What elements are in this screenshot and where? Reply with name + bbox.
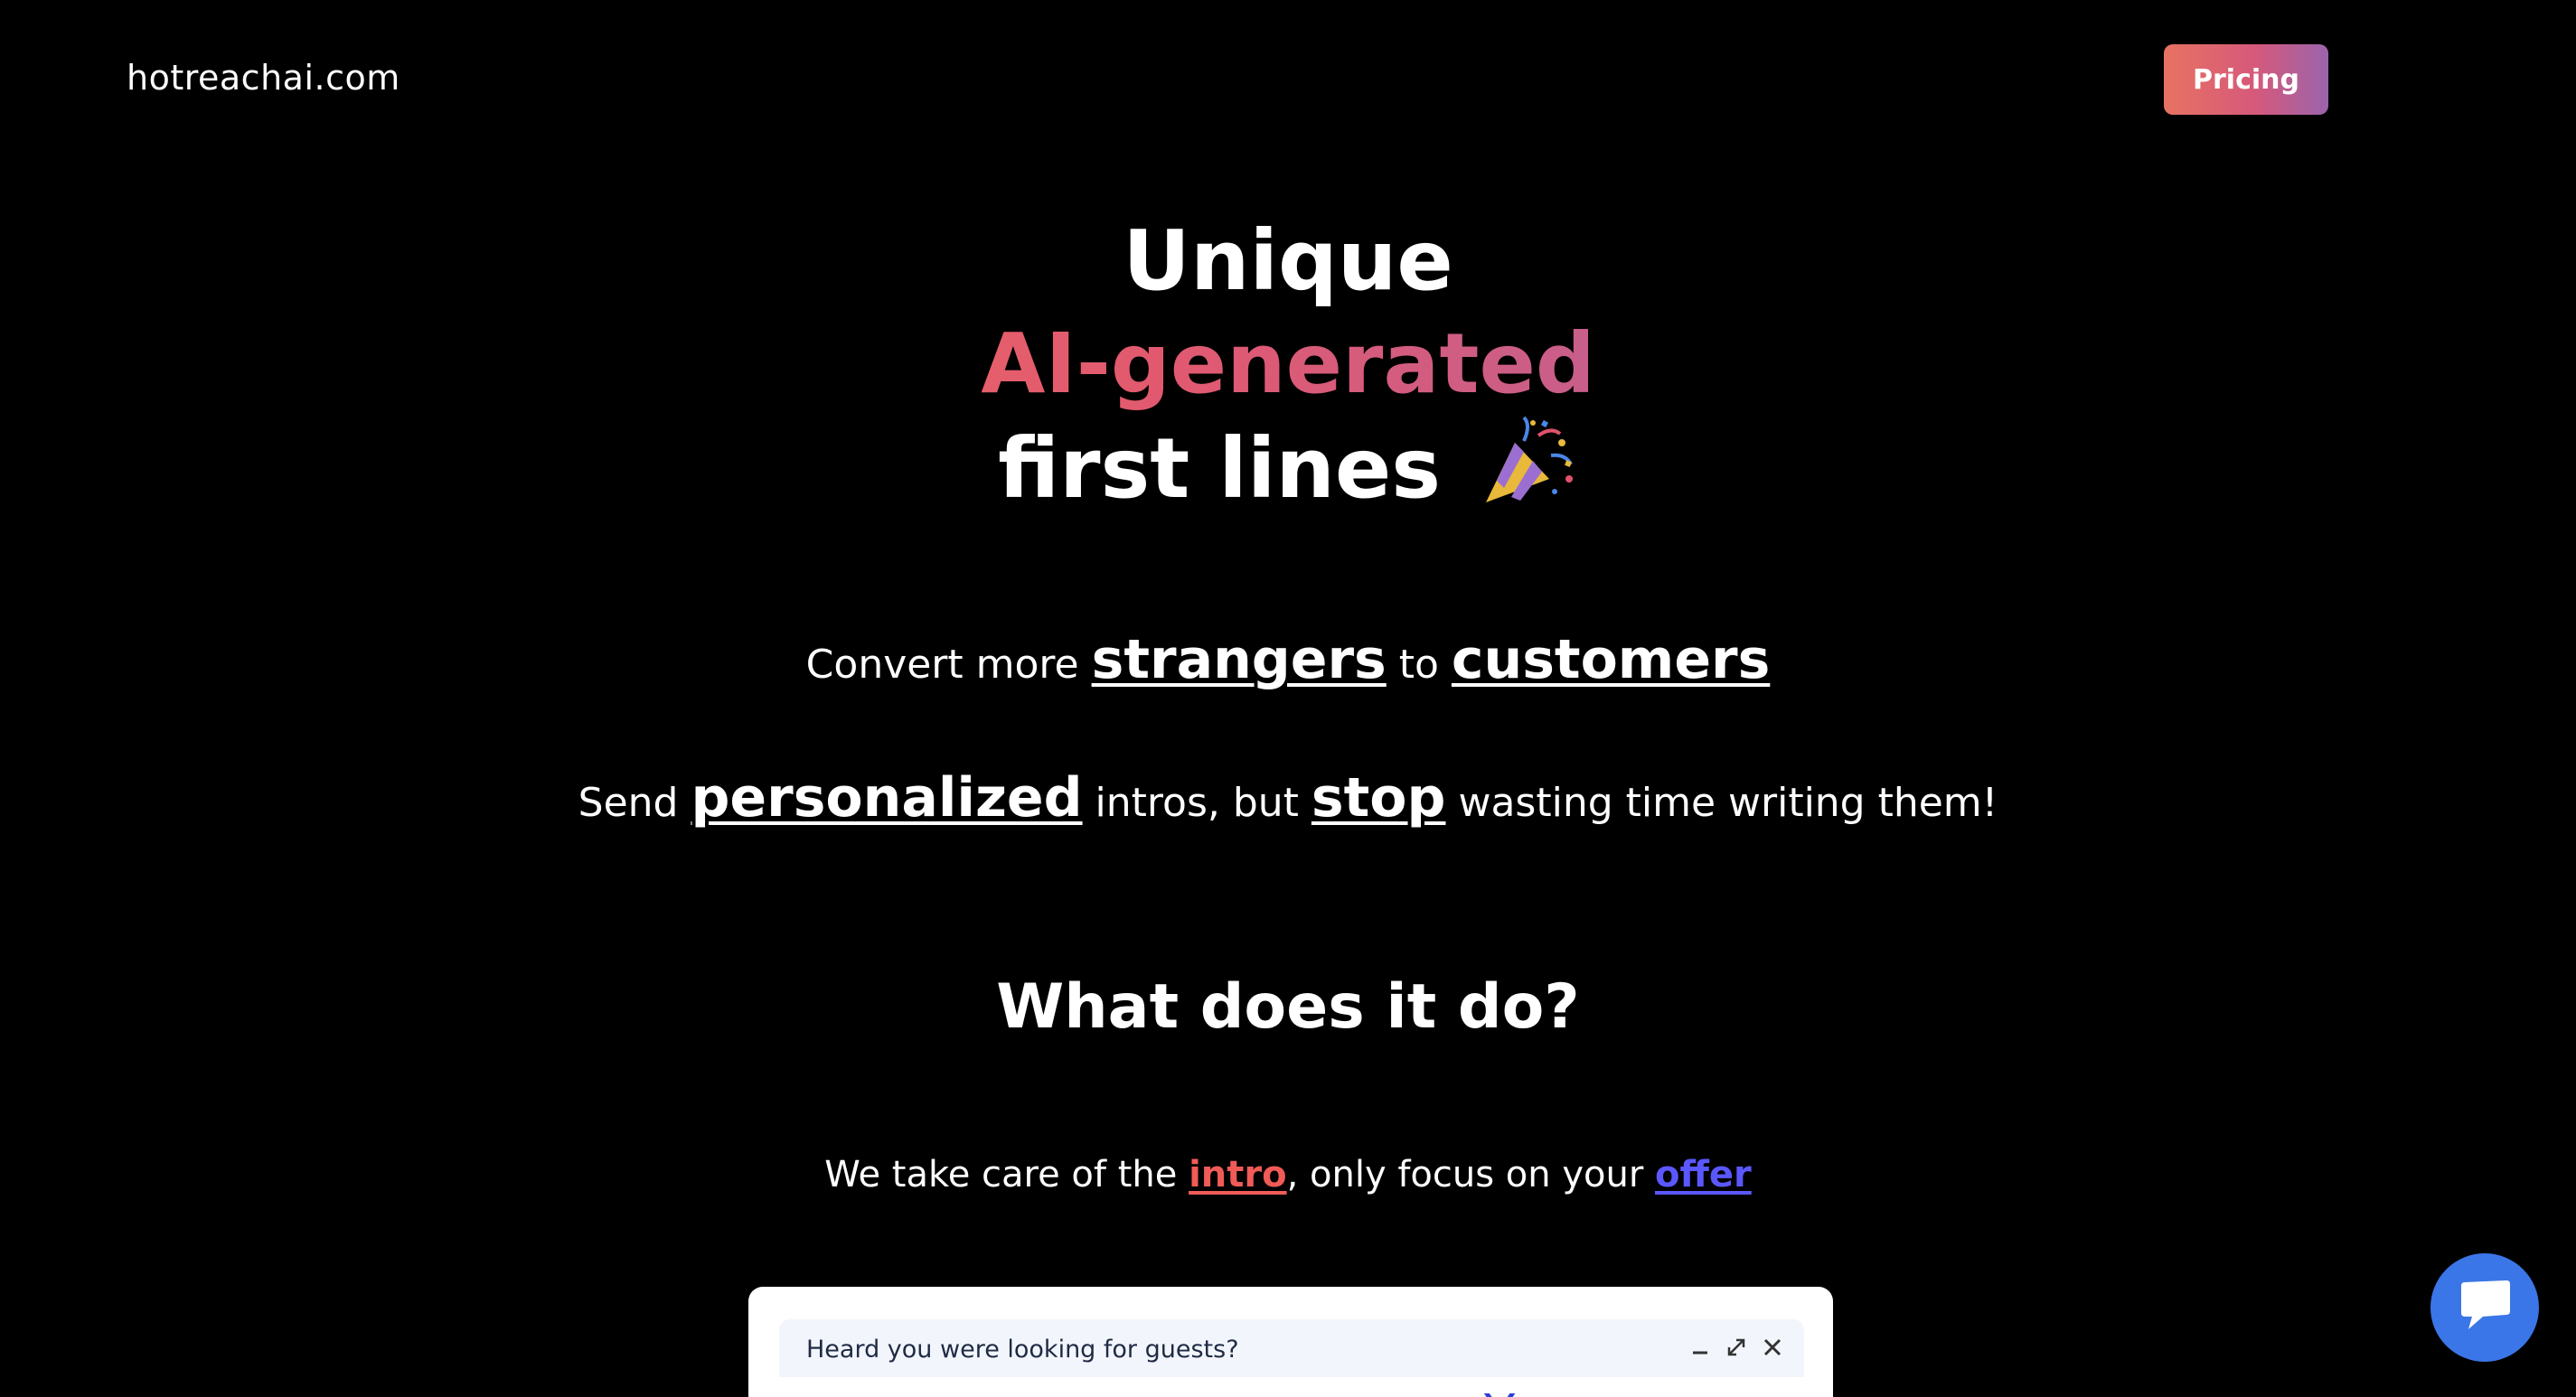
party-popper-icon — [1479, 416, 1578, 530]
hero-heading: Unique AI-generated first lines — [0, 210, 2576, 530]
subheading-customers: customers — [1451, 628, 1771, 691]
subheading-send-text-2: intros, but — [1082, 780, 1312, 826]
pricing-button[interactable]: Pricing — [2164, 44, 2328, 115]
care-text-2: , only focus on your — [1286, 1154, 1655, 1195]
hero-line-2: AI-generated — [0, 313, 2576, 416]
hero-line-1: Unique — [1123, 212, 1453, 309]
subheading-convert-text-2: to — [1386, 642, 1452, 688]
compose-body-preview: You — [1484, 1384, 1572, 1397]
subheading-stop: stop — [1311, 766, 1446, 830]
demo-card: Heard you were looking for guests? You — [748, 1287, 1833, 1397]
subheading-strangers: strangers — [1091, 628, 1387, 691]
compose-title: Heard you were looking for guests? — [806, 1336, 1239, 1364]
site-logo-link[interactable]: hotreachai.com — [127, 58, 400, 98]
subheading-send-text-1: Send — [578, 780, 691, 826]
subheading-send: Send personalized intros, but stop wasti… — [0, 766, 2576, 830]
minimize-icon[interactable] — [1688, 1336, 1712, 1359]
offer-link[interactable]: offer — [1655, 1154, 1752, 1195]
hero-line-3: first lines — [997, 420, 1442, 517]
subheading-convert-text-1: Convert more — [805, 642, 1092, 688]
email-compose-window: Heard you were looking for guests? You — [779, 1319, 1804, 1397]
close-icon[interactable] — [1761, 1336, 1784, 1359]
subheading-convert: Convert more strangers to customers — [0, 628, 2576, 691]
subheading-personalized: personalized — [691, 766, 1083, 830]
care-text-1: We take care of the — [824, 1154, 1189, 1195]
intro-link[interactable]: intro — [1189, 1154, 1287, 1195]
subheading-send-text-3: wasting time writing them! — [1445, 780, 1998, 826]
compose-controls — [1688, 1336, 1784, 1359]
page: hotreachai.com Pricing Unique AI-generat… — [0, 0, 2576, 1397]
chat-icon — [2456, 1279, 2514, 1336]
expand-icon[interactable] — [1725, 1336, 1748, 1359]
hero-line-3-wrapper: first lines — [0, 416, 2576, 530]
care-text: We take care of the intro, only focus on… — [0, 1154, 2576, 1195]
chat-launcher-button[interactable] — [2430, 1253, 2539, 1362]
section-heading: What does it do? — [996, 971, 1580, 1043]
compose-body[interactable] — [779, 1377, 1804, 1397]
